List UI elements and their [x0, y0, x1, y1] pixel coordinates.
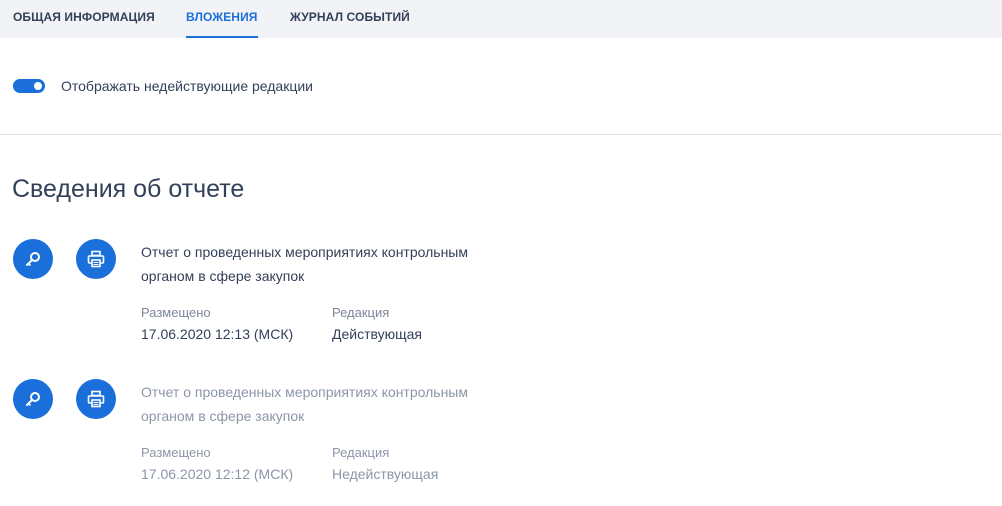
edition-value: Недействующая: [332, 466, 439, 482]
edition-label: Редакция: [332, 445, 390, 460]
placed-value: 17.06.2020 12:12 (МСК): [141, 466, 294, 482]
report-entry: Отчет о проведенных мероприятиях контрол…: [0, 379, 1002, 489]
search-key-icon: [26, 252, 40, 266]
report-entry: Отчет о проведенных мероприятиях контрол…: [0, 239, 1002, 349]
divider: [0, 134, 1002, 135]
tab-general-info[interactable]: ОБЩАЯ ИНФОРМАЦИЯ: [13, 0, 155, 38]
search-key-icon: [26, 392, 40, 406]
report-title: Отчет о проведенных мероприятиях контрол…: [141, 244, 468, 284]
show-inactive-row: Отображать недействующие редакции: [13, 77, 313, 95]
print-button[interactable]: [76, 239, 116, 279]
show-inactive-label: Отображать недействующие редакции: [61, 78, 314, 94]
section-title: Сведения об отчете: [12, 175, 245, 203]
placed-label: Размещено: [141, 445, 211, 460]
placed-value: 17.06.2020 12:13 (МСК): [141, 326, 294, 342]
edition-label: Редакция: [332, 305, 390, 320]
edition-value: Действующая: [332, 326, 423, 342]
view-button[interactable]: [13, 379, 53, 419]
view-button[interactable]: [13, 239, 53, 279]
tab-attachments[interactable]: ВЛОЖЕНИЯ: [186, 0, 258, 38]
print-button[interactable]: [76, 379, 116, 419]
printer-icon: [87, 390, 105, 408]
placed-label: Размещено: [141, 305, 211, 320]
toggle-knob: [34, 82, 42, 90]
tab-event-log[interactable]: ЖУРНАЛ СОБЫТИЙ: [290, 0, 410, 38]
show-inactive-toggle[interactable]: [13, 79, 45, 93]
tab-bar: ОБЩАЯ ИНФОРМАЦИЯ ВЛОЖЕНИЯ ЖУРНАЛ СОБЫТИЙ: [0, 0, 1002, 38]
printer-icon: [87, 250, 105, 268]
report-title: Отчет о проведенных мероприятиях контрол…: [141, 384, 468, 424]
